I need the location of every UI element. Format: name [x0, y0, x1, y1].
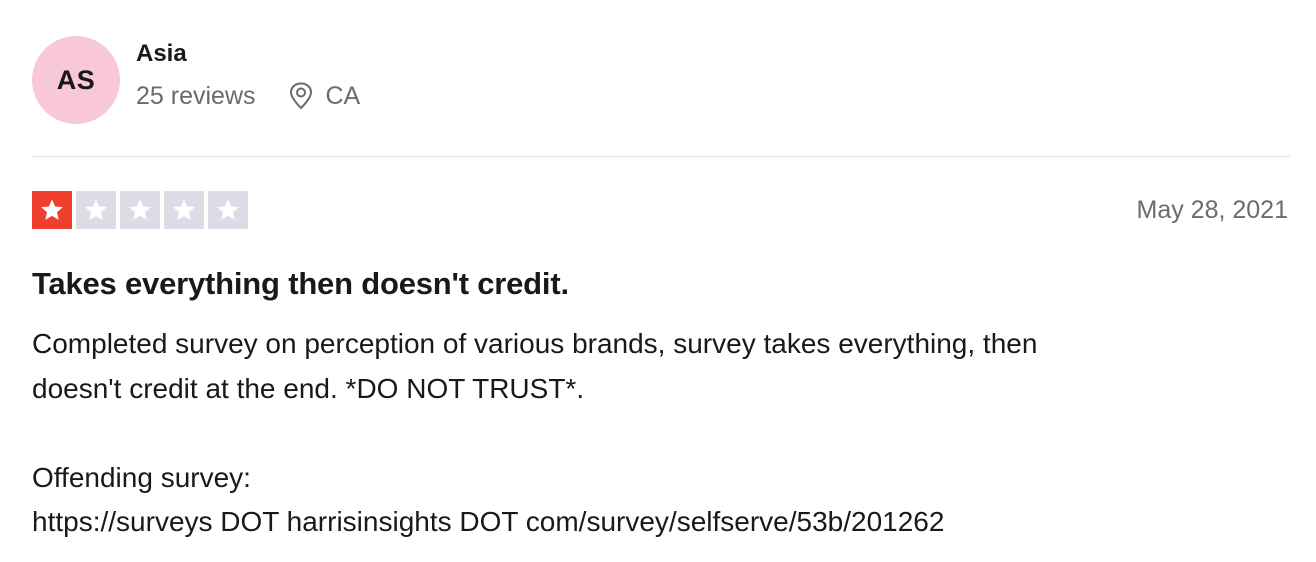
map-pin-icon [288, 82, 314, 110]
review-body-line: doesn't credit at the end. *DO NOT TRUST… [32, 372, 585, 404]
star-filled-icon [32, 191, 72, 229]
consumer-location: CA [288, 81, 361, 111]
consumer-info: Asia 25 reviews CA [136, 39, 360, 111]
star-empty-icon [208, 191, 248, 229]
consumer-name[interactable]: Asia [136, 39, 360, 69]
star-empty-icon [164, 191, 204, 229]
review-card: AS Asia 25 reviews CA May 28, 2021 Takes… [0, 0, 1316, 562]
star-rating[interactable] [32, 191, 248, 229]
avatar[interactable]: AS [32, 36, 120, 124]
review-body: Completed survey on perception of variou… [32, 322, 1272, 545]
reviews-count[interactable]: 25 reviews [136, 81, 256, 111]
review-date: May 28, 2021 [1136, 196, 1289, 224]
star-empty-icon [76, 191, 116, 229]
review-body-line: Completed survey on perception of variou… [32, 328, 1038, 359]
review-title[interactable]: Takes everything then doesn't credit. [32, 264, 569, 304]
review-body-label: Offending survey: [32, 461, 251, 493]
review-body-url: https://surveys DOT harrisinsights DOT c… [32, 506, 945, 537]
consumer-meta: 25 reviews CA [136, 81, 360, 111]
location-label: CA [325, 82, 361, 110]
star-empty-icon [120, 191, 160, 229]
consumer-profile[interactable]: AS Asia 25 reviews CA [32, 35, 360, 125]
divider [32, 156, 1290, 157]
